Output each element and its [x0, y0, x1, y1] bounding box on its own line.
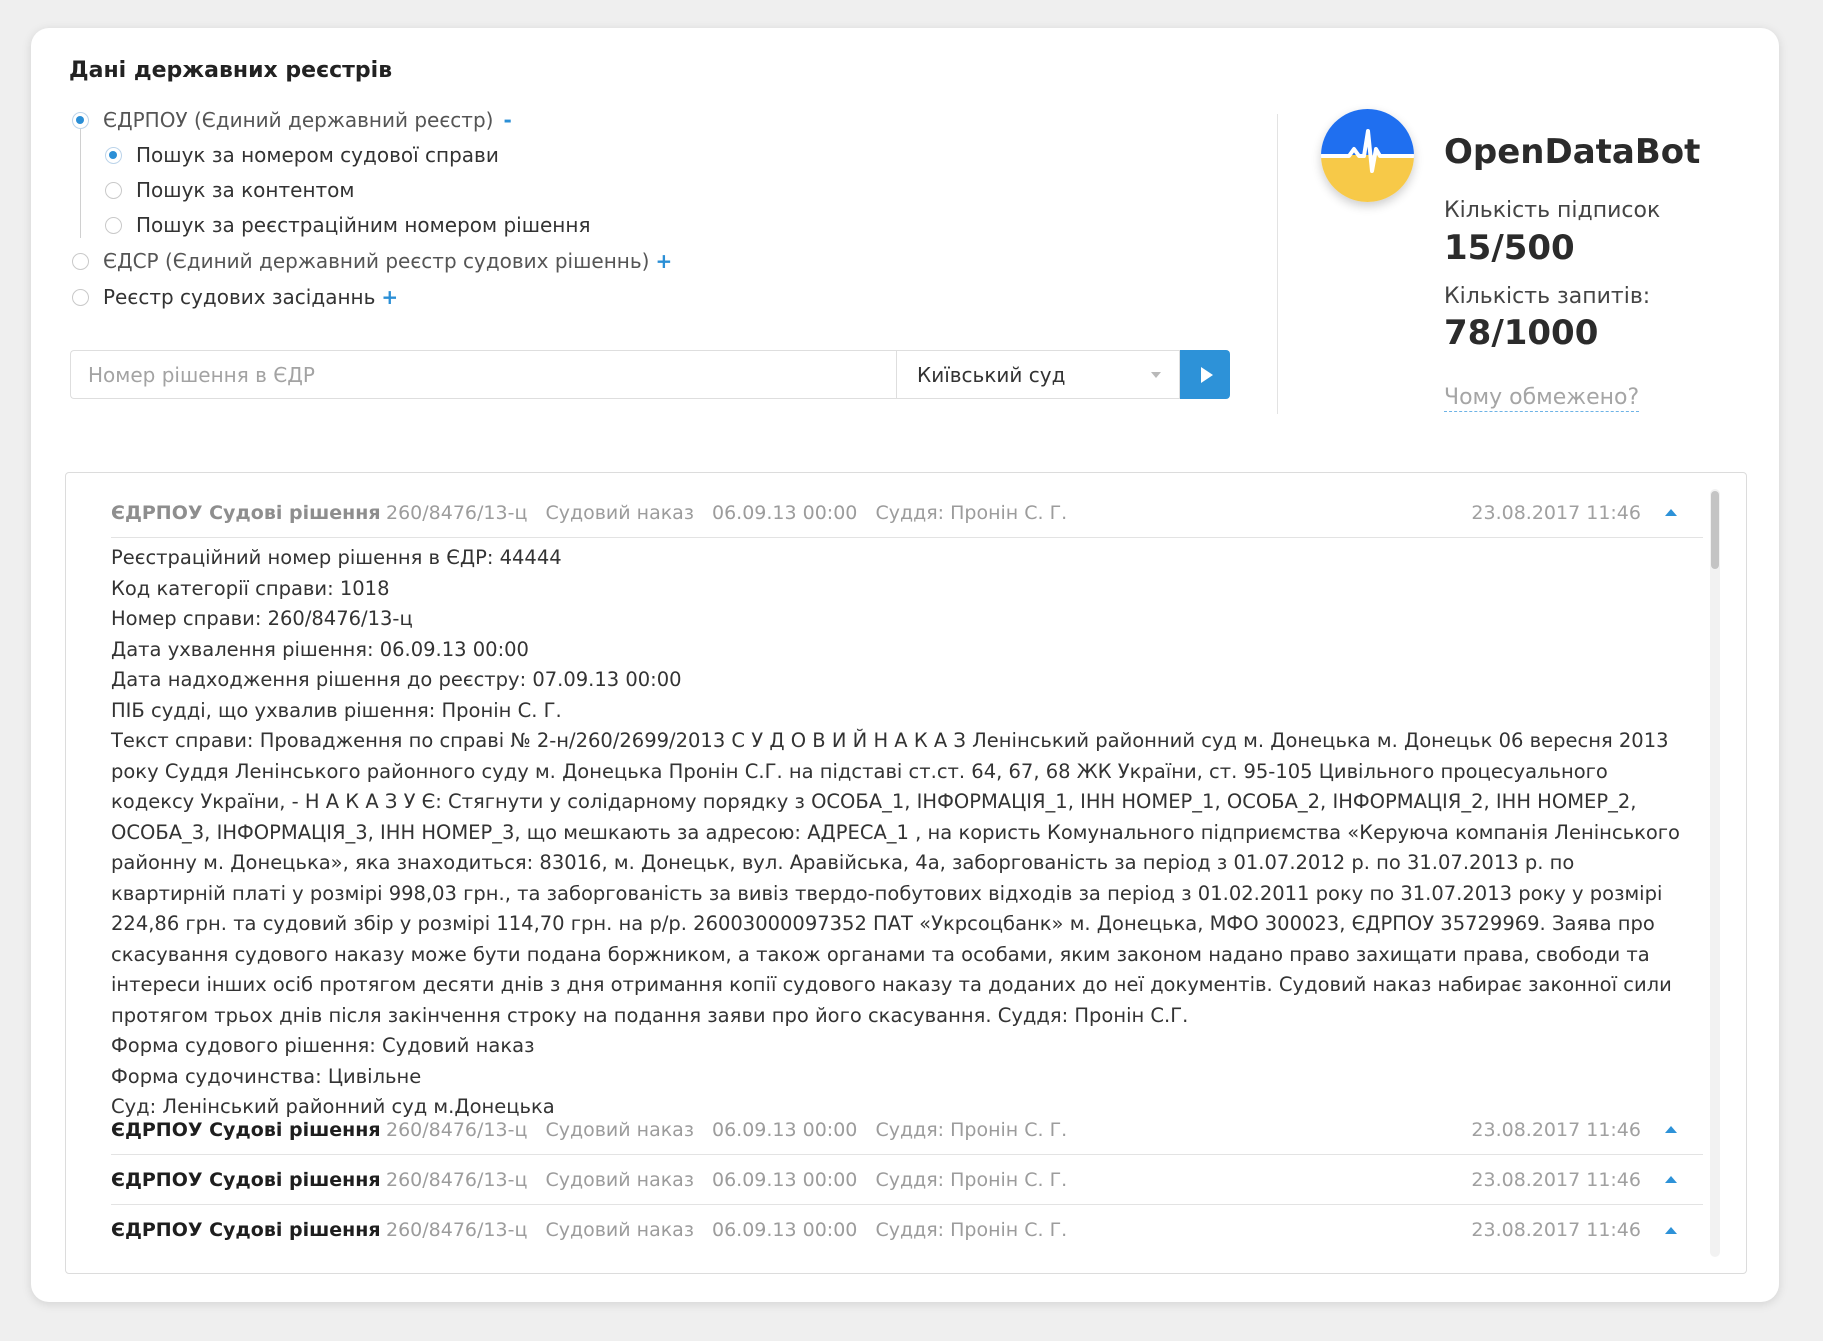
result-type: Судовий наказ	[545, 501, 694, 524]
detail-case-number: Номер справи: 260/8476/13-ц	[111, 607, 413, 630]
option-reg-number[interactable]: Пошук за реєстраційним номером рішення	[105, 213, 590, 237]
radio-case-number[interactable]	[105, 146, 122, 164]
result-type: Судовий наказ	[545, 1219, 694, 1241]
court-select-value: Київський суд	[917, 362, 1066, 387]
page-title: Дані державних реєстрів	[69, 58, 393, 83]
registry-edsr[interactable]: ЄДСР (Єдиний державний реєстр судових рі…	[72, 249, 672, 273]
result-meta: 260/8476/13-ц Судовий наказ 06.09.13 00:…	[386, 1119, 1079, 1141]
registry-edrpou-label: ЄДРПОУ (Єдиний державний реєстр)	[103, 108, 494, 132]
result-row[interactable]: ЄДРПОУ Судові рішення 260/8476/13-ц Судо…	[111, 1105, 1703, 1155]
expand-toggle[interactable]: +	[381, 285, 398, 309]
option-case-number[interactable]: Пошук за номером судової справи	[105, 143, 499, 167]
result-meta: 260/8476/13-ц Судовий наказ 06.09.13 00:…	[386, 1169, 1079, 1191]
option-content[interactable]: Пошук за контентом	[105, 178, 355, 202]
result-source: ЄДРПОУ Судові рішення	[111, 1118, 381, 1141]
result-case-number: 260/8476/13-ц	[386, 1118, 528, 1141]
result-source: ЄДРПОУ Судові рішення	[111, 1219, 381, 1241]
result-judge: Суддя: Пронін С. Г.	[875, 1118, 1068, 1141]
option-content-label: Пошук за контентом	[136, 178, 355, 202]
chevron-up-icon[interactable]	[1665, 509, 1677, 516]
result-judge: Суддя: Пронін С. Г.	[875, 501, 1068, 524]
radio-edrpou[interactable]	[72, 111, 89, 129]
court-select[interactable]: Київський суд	[896, 350, 1180, 399]
detail-form: Форма судового рішення: Судовий наказ	[111, 1034, 535, 1057]
collapse-toggle[interactable]: -	[503, 108, 511, 132]
option-reg-number-label: Пошук за реєстраційним номером рішення	[136, 213, 591, 237]
decision-number-input[interactable]	[70, 350, 896, 399]
result-case-number: 260/8476/13-ц	[386, 501, 528, 524]
result-meta: 260/8476/13-ц Судовий наказ 06.09.13 00:…	[386, 1219, 1079, 1241]
registry-edsr-label: ЄДСР (Єдиний державний реєстр судових рі…	[103, 249, 650, 273]
result-date: 23.08.2017 11:46	[1471, 1168, 1641, 1191]
result-source: ЄДРПОУ Судові рішення	[111, 1168, 381, 1191]
detail-reg-number: Реєстраційний номер рішення в ЄДР: 44444	[111, 546, 562, 569]
option-case-number-label: Пошук за номером судової справи	[136, 143, 499, 167]
vertical-divider	[1277, 114, 1278, 414]
detail-proceeding: Форма судочинства: Цивільне	[111, 1064, 422, 1088]
result-date: 23.08.2017 11:46	[1471, 1118, 1641, 1141]
result-decided: 06.09.13 00:00	[711, 501, 858, 524]
result-date: 23.08.2017 11:46	[1471, 501, 1641, 524]
result-decided: 06.09.13 00:00	[711, 1118, 858, 1141]
scrollbar[interactable]	[1710, 489, 1720, 1257]
play-icon	[1200, 366, 1213, 383]
result-judge: Суддя: Пронін С. Г.	[875, 1168, 1068, 1191]
detail-judge: ПІБ судді, що ухвалив рішення: Пронін С.…	[111, 698, 562, 722]
search-submit-button[interactable]	[1180, 350, 1230, 399]
chevron-down-icon	[1151, 371, 1161, 378]
radio-content[interactable]	[105, 181, 122, 199]
opendatabot-logo	[1321, 109, 1414, 202]
subscriptions-label: Кількість підписок	[1444, 198, 1661, 223]
registry-hearings-label: Реєстр судових засіданнь	[103, 285, 376, 309]
detail-adopted: Дата ухвалення рішення: 06.09.13 00:00	[111, 637, 529, 661]
result-source: ЄДРПОУ Судові рішення	[111, 501, 381, 524]
result-type: Судовий наказ	[545, 1168, 694, 1191]
subscriptions-value: 15/500	[1444, 228, 1575, 268]
registry-hearings[interactable]: Реєстр судових засіданнь +	[72, 285, 398, 309]
chevron-up-icon[interactable]	[1665, 1126, 1677, 1133]
registry-edrpou[interactable]: ЄДРПОУ (Єдиний державний реєстр) -	[72, 108, 512, 132]
result-date: 23.08.2017 11:46	[1471, 1219, 1641, 1241]
detail-received: Дата надходження рішення до реєстру: 07.…	[111, 668, 682, 691]
radio-edsr[interactable]	[72, 252, 89, 270]
result-type: Судовий наказ	[545, 1118, 694, 1141]
detail-category: Код категорії справи: 1018	[111, 576, 390, 600]
search-bar: Київський суд	[70, 350, 1230, 399]
chevron-up-icon[interactable]	[1665, 1226, 1677, 1234]
result-meta: 260/8476/13-ц Судовий наказ 06.09.13 00:…	[386, 502, 1079, 524]
radio-reg-number[interactable]	[105, 216, 122, 234]
result-row[interactable]: ЄДРПОУ Судові рішення 260/8476/13-ц Судо…	[111, 1155, 1703, 1205]
heartbeat-logo-icon	[1321, 109, 1414, 202]
requests-value: 78/1000	[1444, 313, 1599, 353]
results-panel: ЄДРПОУ Судові рішення 260/8476/13-ц Судо…	[65, 472, 1747, 1274]
requests-label: Кількість запитів:	[1444, 284, 1651, 309]
bot-name: OpenDataBot	[1444, 132, 1701, 172]
result-case-number: 260/8476/13-ц	[386, 1219, 528, 1241]
result-row-expanded[interactable]: ЄДРПОУ Судові рішення 260/8476/13-ц Судо…	[111, 488, 1703, 538]
tree-connector	[80, 128, 81, 238]
why-limited-link[interactable]: Чому обмежено?	[1444, 385, 1640, 412]
expand-toggle[interactable]: +	[655, 249, 672, 273]
chevron-up-icon[interactable]	[1665, 1176, 1677, 1183]
result-judge: Суддя: Пронін С. Г.	[875, 1219, 1068, 1241]
result-decided: 06.09.13 00:00	[711, 1219, 858, 1241]
result-case-number: 260/8476/13-ц	[386, 1168, 528, 1191]
detail-text: Текст справи: Провадження по справі № 2-…	[111, 729, 1680, 1027]
radio-hearings[interactable]	[72, 288, 89, 306]
result-detail: Реєстраційний номер рішення в ЄДР: 44444…	[111, 543, 1691, 1123]
result-row[interactable]: ЄДРПОУ Судові рішення 260/8476/13-ц Судо…	[111, 1205, 1703, 1255]
scrollbar-thumb[interactable]	[1711, 491, 1719, 569]
result-decided: 06.09.13 00:00	[711, 1168, 858, 1191]
